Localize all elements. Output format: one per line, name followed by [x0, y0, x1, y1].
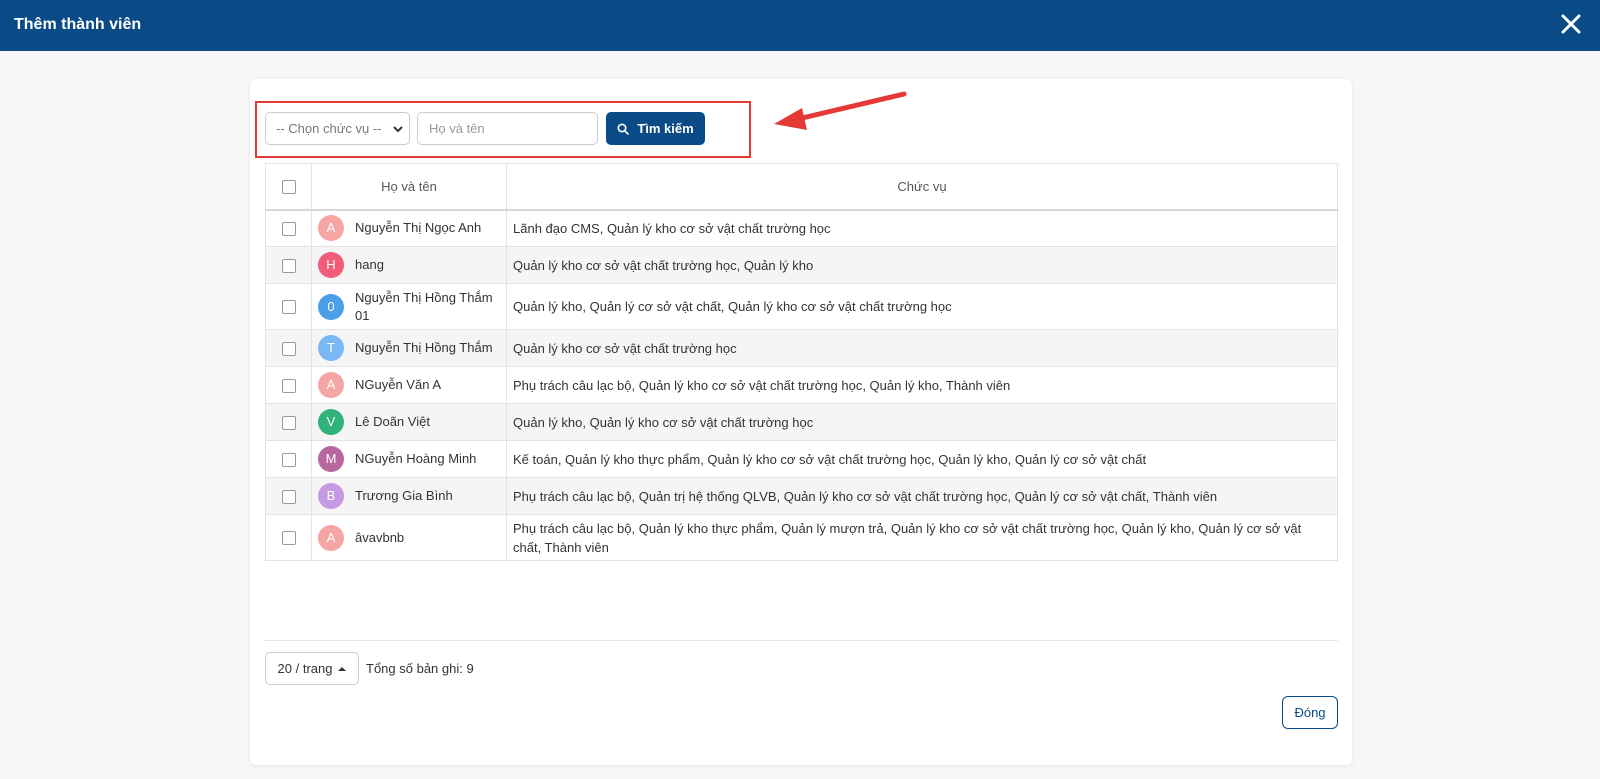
avatar: A: [318, 372, 344, 398]
member-roles: Phụ trách câu lạc bộ, Quản lý kho thực p…: [513, 520, 1302, 555]
close-button[interactable]: Đóng: [1282, 696, 1338, 729]
member-roles: Quản lý kho cơ sở vật chất trường học, Q…: [513, 257, 814, 273]
member-name-cell: 0 Nguyễn Thị Hồng Thắm 01: [311, 283, 507, 330]
member-name-cell: A NGuyễn Văn A: [311, 366, 507, 404]
member-name-cell: Hhang: [311, 246, 507, 284]
member-name-cell: A Nguyễn Thị Ngọc Anh: [311, 209, 507, 247]
member-name: Lê Doãn Việt: [355, 414, 430, 429]
member-roles: Lãnh đạo CMS, Quản lý kho cơ sở vật chất…: [513, 220, 831, 236]
member-name: Nguyễn Thị Hồng Thắm: [355, 340, 493, 355]
search-button-label: Tìm kiếm: [637, 121, 694, 136]
member-roles-cell: Phụ trách câu lạc bộ, Quản trị hệ thống …: [506, 477, 1338, 515]
position-select-value: -- Chọn chức vụ --: [276, 121, 382, 136]
member-roles: Quản lý kho, Quản lý kho cơ sở vật chất …: [513, 414, 814, 430]
avatar: M: [318, 446, 344, 472]
member-name-cell: V Lê Doãn Việt: [311, 403, 507, 441]
table-row[interactable]: A Nguyễn Thị Ngọc Anh Lãnh đạo CMS, Quản l…: [265, 209, 1338, 247]
member-roles-cell: Phụ trách câu lạc bộ, Quản lý kho thực p…: [506, 514, 1338, 561]
page-size-value: 20 / trang: [277, 661, 333, 676]
search-button[interactable]: Tìm kiếm: [606, 112, 705, 145]
modal-title: Thêm thành viên: [14, 16, 142, 33]
row-checkbox-cell: [265, 440, 312, 478]
header-checkbox-cell: [265, 163, 312, 211]
member-name: NGuyễn Văn A: [355, 377, 441, 392]
avatar: A: [318, 524, 344, 551]
member-roles-cell: Phụ trách câu lạc bộ, Quản lý kho cơ sở …: [506, 366, 1338, 404]
page-size-select[interactable]: 20 / trang: [265, 652, 359, 685]
row-checkbox[interactable]: [281, 222, 296, 237]
footer-divider: [265, 640, 1338, 641]
member-name-cell: Aâvavbnb: [311, 514, 507, 561]
annotation-arrow-icon: [774, 91, 907, 130]
name-search-input[interactable]: [417, 112, 598, 145]
member-roles-cell: Kế toán, Quản lý kho thực phẩm, Quản lý …: [506, 440, 1338, 478]
table-row[interactable]: T Nguyễn Thị Hồng Thắm Quản lý kho cơ sở v…: [265, 329, 1338, 367]
member-roles-cell: Quản lý kho, Quản lý cơ sở vật chất, Quả…: [506, 283, 1338, 330]
row-checkbox-cell: [265, 403, 312, 441]
member-roles: Kế toán, Quản lý kho thực phẩm, Quản lý …: [513, 451, 1147, 467]
total-records: Tổng số bản ghi: 9: [366, 661, 474, 676]
search-icon: [617, 122, 630, 135]
modal-header: Thêm thành viên: [0, 0, 1600, 51]
avatar: A: [318, 215, 344, 242]
row-checkbox-cell: [265, 329, 312, 367]
table-header-row: Họ và tên Chức vụ: [265, 163, 1338, 211]
avatar: T: [318, 335, 344, 361]
row-checkbox-cell: [265, 246, 312, 284]
member-name-cell: T Nguyễn Thị Hồng Thắm: [311, 329, 507, 367]
member-roles-cell: Quản lý kho cơ sở vật chất trường học, Q…: [506, 246, 1338, 284]
table-row[interactable]: Hhang Quản lý kho cơ sở vật chất trường h…: [265, 246, 1338, 284]
header-role: Chức vụ: [506, 163, 1338, 211]
member-roles: Quản lý kho cơ sở vật chất trường học: [513, 340, 737, 356]
table-row[interactable]: V Lê Doãn Việt Quản lý kho, Quản lý kho cơ…: [265, 403, 1338, 441]
row-checkbox[interactable]: [281, 415, 296, 430]
table-row[interactable]: Aâvavbnb Phụ trách câu lạc bộ, Quản lý kh…: [265, 514, 1338, 561]
member-name-cell: M NGuyễn Hoàng Minh: [311, 440, 507, 478]
table-row[interactable]: 0 Nguyễn Thị Hồng Thắm 01 Quản lý kho, Quả…: [265, 283, 1338, 330]
close-icon[interactable]: [1558, 11, 1584, 37]
table-row[interactable]: B Trương Gia Bình Phụ trách câu lạc bộ, Qu…: [265, 477, 1338, 515]
member-name: âvavbnb: [355, 529, 405, 545]
member-roles: Phụ trách câu lạc bộ, Quản trị hệ thống …: [513, 488, 1218, 504]
row-checkbox[interactable]: [281, 531, 296, 546]
member-name: Nguyễn Thị Hồng Thắm 01: [355, 289, 493, 323]
avatar: 0: [318, 293, 344, 320]
table-row[interactable]: A NGuyễn Văn A Phụ trách câu lạc bộ, Quản …: [265, 366, 1338, 404]
chevron-down-icon: [393, 126, 403, 133]
table-row[interactable]: M NGuyễn Hoàng Minh Kế toán, Quản lý kho t…: [265, 440, 1338, 478]
members-table: Họ và tên Chức vụ A Nguyễn Thị Ngọc Anh Lã…: [265, 163, 1338, 561]
row-checkbox[interactable]: [281, 489, 296, 504]
row-checkbox[interactable]: [281, 300, 296, 315]
row-checkbox[interactable]: [281, 452, 296, 467]
row-checkbox-cell: [265, 514, 312, 561]
member-roles-cell: Lãnh đạo CMS, Quản lý kho cơ sở vật chất…: [506, 209, 1338, 247]
member-roles-cell: Quản lý kho, Quản lý kho cơ sở vật chất …: [506, 403, 1338, 441]
member-name: hang: [355, 257, 384, 272]
row-checkbox[interactable]: [281, 341, 296, 356]
row-checkbox[interactable]: [281, 258, 296, 273]
avatar: H: [318, 252, 344, 278]
header-name: Họ và tên: [311, 163, 507, 211]
member-roles-cell: Quản lý kho cơ sở vật chất trường học: [506, 329, 1338, 367]
row-checkbox-cell: [265, 366, 312, 404]
avatar: V: [318, 409, 344, 435]
row-checkbox-cell: [265, 209, 312, 247]
row-checkbox[interactable]: [281, 378, 296, 393]
position-select[interactable]: -- Chọn chức vụ --: [265, 112, 410, 145]
member-name: NGuyễn Hoàng Minh: [355, 451, 477, 466]
member-roles: Phụ trách câu lạc bộ, Quản lý kho cơ sở …: [513, 377, 1011, 393]
caret-up-icon: [338, 666, 347, 671]
avatar: B: [318, 483, 344, 509]
member-roles: Quản lý kho, Quản lý cơ sở vật chất, Quả…: [513, 299, 952, 314]
select-all-checkbox[interactable]: [281, 180, 296, 195]
row-checkbox-cell: [265, 477, 312, 515]
member-name: Trương Gia Bình: [355, 488, 453, 503]
member-name: Nguyễn Thị Ngọc Anh: [355, 220, 482, 236]
member-name-cell: B Trương Gia Bình: [311, 477, 507, 515]
row-checkbox-cell: [265, 283, 312, 330]
